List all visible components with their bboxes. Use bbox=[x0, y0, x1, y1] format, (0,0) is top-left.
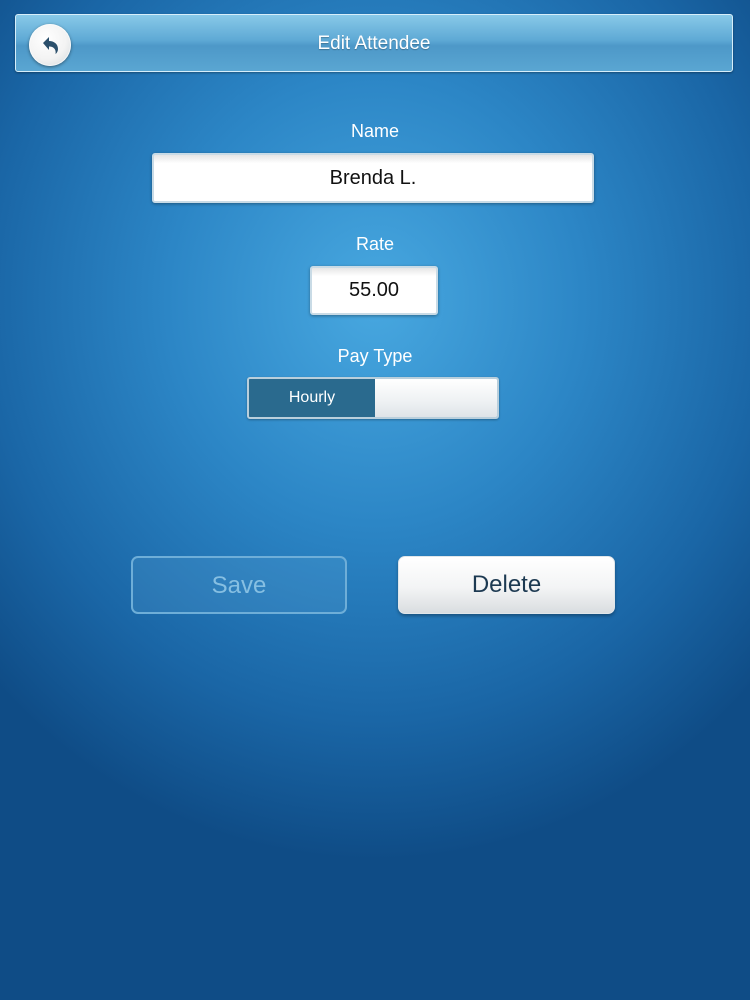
back-button[interactable] bbox=[29, 24, 71, 66]
delete-button[interactable]: Delete bbox=[398, 556, 615, 614]
pay-type-other-segment[interactable] bbox=[375, 379, 497, 417]
save-button[interactable]: Save bbox=[131, 556, 347, 614]
page-title: Edit Attendee bbox=[317, 33, 431, 54]
pay-type-hourly-segment[interactable]: Hourly bbox=[249, 379, 375, 417]
pay-type-label: Pay Type bbox=[337, 346, 413, 366]
name-field[interactable]: Brenda L. bbox=[152, 153, 594, 203]
back-arrow-icon bbox=[43, 37, 58, 54]
rate-field[interactable]: 55.00 bbox=[310, 266, 438, 315]
rate-label: Rate bbox=[355, 234, 395, 254]
pay-type-toggle[interactable]: Hourly bbox=[247, 377, 499, 419]
header-bar: Edit Attendee bbox=[15, 14, 733, 72]
name-label: Name bbox=[350, 121, 399, 141]
